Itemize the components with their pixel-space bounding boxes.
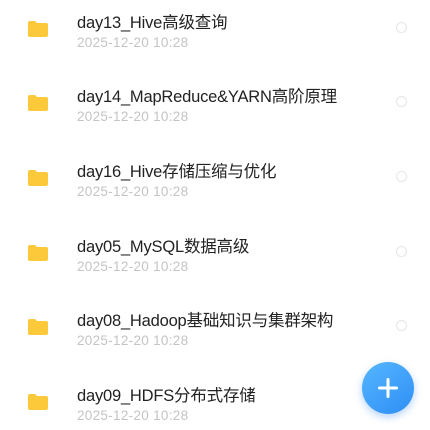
file-name: day08_Hadoop基础知识与集群架构 (77, 312, 334, 330)
file-name: day05_MySQL数据高级 (77, 238, 250, 256)
plus-icon (378, 378, 398, 398)
select-radio-icon[interactable] (396, 320, 407, 331)
folder-icon (27, 94, 49, 112)
list-item[interactable]: day13_Hive高级查询 2025-12-20 10:28 (0, 0, 430, 74)
list-item[interactable]: day14_MapReduce&YARN高阶原理 2025-12-20 10:2… (0, 74, 430, 148)
folder-icon (27, 169, 49, 187)
file-name: day16_Hive存储压缩与优化 (77, 163, 277, 181)
list-item[interactable]: day05_MySQL数据高级 2025-12-20 10:28 (0, 224, 430, 298)
file-name: day13_Hive高级查询 (77, 14, 228, 32)
file-date: 2025-12-20 10:28 (77, 259, 189, 274)
add-button[interactable] (362, 362, 414, 414)
file-name: day14_MapReduce&YARN高阶原理 (77, 88, 337, 106)
file-date: 2025-12-20 10:28 (77, 408, 189, 423)
folder-icon (27, 393, 49, 411)
file-date: 2025-12-20 10:28 (77, 333, 189, 348)
select-radio-icon[interactable] (396, 96, 407, 107)
folder-icon (27, 244, 49, 262)
file-name: day09_HDFS分布式存储 (77, 387, 256, 405)
list-item[interactable]: day16_Hive存储压缩与优化 2025-12-20 10:28 (0, 149, 430, 223)
select-radio-icon[interactable] (396, 246, 407, 257)
select-radio-icon[interactable] (396, 22, 407, 33)
folder-icon (27, 318, 49, 336)
folder-icon (27, 20, 49, 38)
file-list: day13_Hive高级查询 2025-12-20 10:28 day14_Ma… (0, 0, 430, 430)
file-date: 2025-12-20 10:28 (77, 35, 189, 50)
file-date: 2025-12-20 10:28 (77, 109, 189, 124)
select-radio-icon[interactable] (396, 171, 407, 182)
list-item[interactable]: day08_Hadoop基础知识与集群架构 2025-12-20 10:28 (0, 298, 430, 372)
file-date: 2025-12-20 10:28 (77, 184, 189, 199)
